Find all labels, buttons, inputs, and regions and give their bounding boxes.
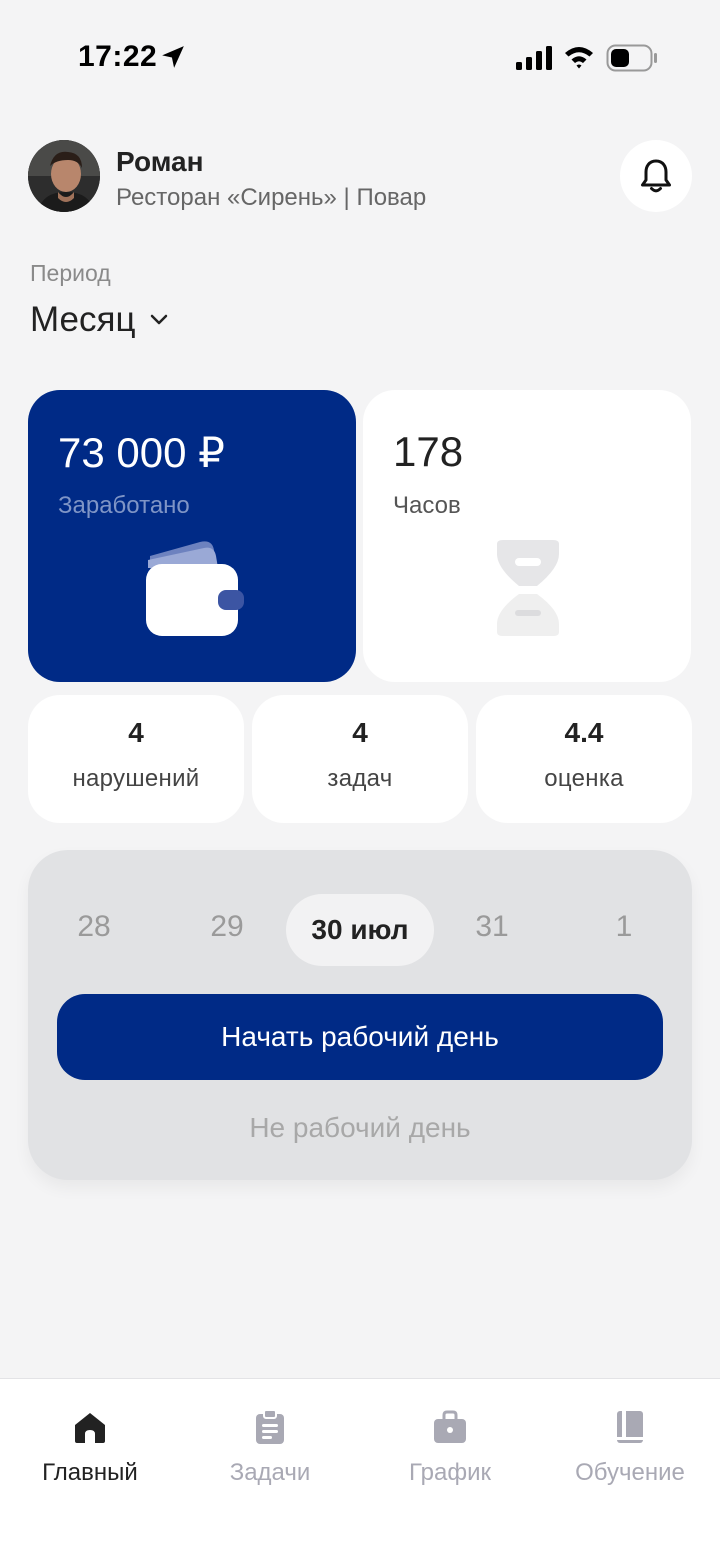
- home-icon: [75, 1413, 105, 1443]
- clipboard-icon: [256, 1409, 284, 1444]
- bell-icon: [641, 159, 671, 193]
- tab-schedule[interactable]: График: [360, 1379, 540, 1499]
- bottom-tab-bar: Главный Задачи График Обучение: [0, 1378, 720, 1566]
- user-role: Ресторан «Сирень» | Повар: [116, 184, 427, 211]
- date-item[interactable]: 31: [475, 910, 508, 944]
- wifi-icon: [565, 47, 593, 69]
- avatar[interactable]: [28, 140, 100, 212]
- wallet-icon: [146, 541, 244, 636]
- tab-tasks-label: Задачи: [229, 1459, 311, 1486]
- tab-learning-label: Обучение: [575, 1459, 685, 1486]
- status-bar: 17:22: [0, 0, 720, 116]
- hours-card[interactable]: 178 Часов: [363, 390, 691, 682]
- earned-label: Заработано: [58, 492, 190, 519]
- date-item[interactable]: 1: [616, 910, 633, 944]
- hours-label: Часов: [393, 492, 461, 519]
- hourglass-icon: [497, 540, 559, 636]
- tasks-stat[interactable]: 4 задач: [252, 695, 468, 823]
- user-name: Роман: [116, 146, 204, 177]
- briefcase-icon: [434, 1410, 466, 1443]
- tab-schedule-label: График: [409, 1459, 491, 1486]
- rating-stat[interactable]: 4.4 оценка: [476, 695, 692, 823]
- battery-icon: [606, 44, 657, 72]
- earned-card[interactable]: 73 000 ₽ Заработано: [28, 390, 356, 682]
- workday-panel: 28 29 30 июл 31 1 Начать рабочий день Не…: [28, 850, 692, 1180]
- tab-home-label: Главный: [42, 1459, 138, 1486]
- chevron-down-icon: [150, 314, 167, 325]
- notifications-button[interactable]: [620, 140, 692, 212]
- tab-home[interactable]: Главный: [0, 1379, 180, 1499]
- start-workday-button[interactable]: Начать рабочий день: [57, 994, 663, 1080]
- home-screen: 17:22 Роман Ресторан «Сирень» | Повар Пе…: [0, 0, 720, 1566]
- cellular-signal-icon: [516, 46, 552, 70]
- period-dropdown[interactable]: Месяц: [30, 300, 168, 340]
- book-icon: [617, 1411, 643, 1443]
- violations-stat[interactable]: 4 нарушений: [28, 695, 244, 823]
- tasks-label: задач: [327, 765, 393, 792]
- period-value: Месяц: [30, 300, 136, 339]
- violations-value: 4: [128, 717, 144, 748]
- earned-value: 73 000 ₽: [58, 429, 225, 476]
- tasks-value: 4: [352, 717, 368, 748]
- hours-value: 178: [393, 428, 464, 475]
- location-arrow-icon: [162, 46, 184, 68]
- date-item-selected[interactable]: 30 июл: [286, 894, 434, 966]
- day-status-text: Не рабочий день: [249, 1112, 471, 1143]
- tab-learning[interactable]: Обучение: [540, 1379, 720, 1499]
- date-item[interactable]: 29: [210, 910, 243, 944]
- status-time: 17:22: [78, 40, 158, 73]
- user-photo-icon: [28, 140, 100, 212]
- rating-label: оценка: [544, 765, 624, 792]
- rating-value: 4.4: [564, 717, 604, 748]
- period-label: Период: [30, 260, 111, 286]
- tab-tasks[interactable]: Задачи: [180, 1379, 360, 1499]
- date-item[interactable]: 28: [77, 910, 110, 944]
- violations-label: нарушений: [72, 765, 200, 792]
